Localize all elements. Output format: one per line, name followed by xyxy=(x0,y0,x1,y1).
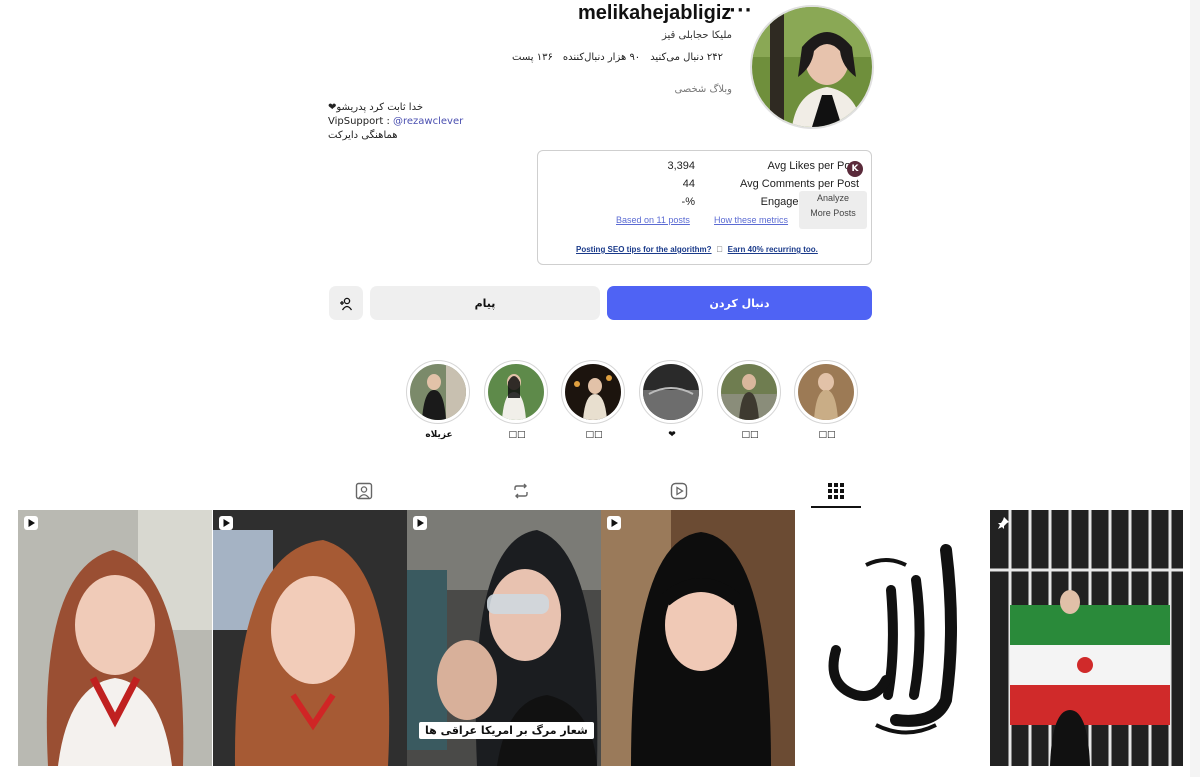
message-button[interactable]: پیام xyxy=(370,286,600,320)
tab-posts[interactable] xyxy=(811,478,861,508)
stat-followers[interactable]: ۹۰ هزار دنبال‌کننده xyxy=(563,52,640,63)
window-edge xyxy=(1190,0,1200,777)
repost-icon xyxy=(514,483,528,499)
story-highlight[interactable]: □□ xyxy=(717,360,783,442)
post-thumbnail[interactable] xyxy=(213,510,407,766)
reel-indicator-icon xyxy=(413,516,427,530)
tagged-icon xyxy=(355,482,373,500)
story-highlight[interactable]: ❤ xyxy=(639,360,705,442)
profile-username: melikahejabligiz xyxy=(578,2,732,24)
pinned-post-icon xyxy=(996,516,1010,530)
post-thumbnail[interactable] xyxy=(601,510,795,766)
avg-likes-value: 3,394 xyxy=(667,160,695,172)
story-highlight[interactable]: □□ xyxy=(561,360,627,442)
tips-row: Posting SEO tips for the algorithm? 🗆 Ea… xyxy=(576,237,818,258)
analyze-popover[interactable]: Analyze More Posts xyxy=(799,191,867,229)
profile-bio: خدا ثابت کرد پدریشو❤ VipSupport : @rezaw… xyxy=(328,101,528,143)
highlight-label: عزیلاه xyxy=(425,430,453,440)
calligraphy-art xyxy=(796,510,990,766)
highlight-label: □□ xyxy=(508,430,526,440)
tab-reels[interactable] xyxy=(654,478,704,506)
post-thumbnail[interactable] xyxy=(796,510,990,766)
post-thumbnail[interactable] xyxy=(990,510,1183,766)
profile-stats: ۱۳۶ پست ۹۰ هزار دنبال‌کننده ۲۴۲ دنبال می… xyxy=(512,52,732,63)
bio-line: هماهنگی دایرکت xyxy=(328,130,398,141)
reels-icon xyxy=(670,482,688,500)
based-on-posts-link[interactable]: Based on 11 posts xyxy=(616,215,690,225)
story-highlight[interactable]: عزیلاه xyxy=(406,360,472,442)
earn-recurring-link[interactable]: Earn 40% recurring too. xyxy=(728,245,818,254)
tab-reposts[interactable] xyxy=(496,478,546,506)
bio-line: خدا ثابت کرد پدریشو❤ xyxy=(328,102,424,113)
reel-indicator-icon xyxy=(24,516,38,530)
analyze-button[interactable]: Analyze xyxy=(799,191,867,206)
bio-mention-link[interactable]: @rezawclever xyxy=(393,116,463,127)
how-metrics-link[interactable]: How these metrics xyxy=(714,215,788,225)
tab-tagged[interactable] xyxy=(339,478,389,506)
post-thumbnail[interactable]: شعار مرگ بر امریکا عراقی ها xyxy=(407,510,601,766)
bio-support-prefix: VipSupport : xyxy=(328,116,394,127)
highlight-label: □□ xyxy=(585,430,603,440)
follow-button[interactable]: دنبال کردن xyxy=(607,286,872,320)
seo-tips-link[interactable]: Posting SEO tips for the algorithm? xyxy=(576,245,712,254)
highlight-label: □□ xyxy=(818,430,836,440)
reel-indicator-icon xyxy=(219,516,233,530)
tip-separator: 🗆 xyxy=(716,245,723,254)
avg-likes-label: Avg Likes per Post xyxy=(767,160,859,172)
avg-comments-value: 44 xyxy=(682,178,695,190)
stat-following[interactable]: ۲۴۲ دنبال می‌کنید xyxy=(650,52,723,63)
more-options-icon[interactable]: ··· xyxy=(729,0,753,21)
story-highlight[interactable]: □□ xyxy=(794,360,860,442)
more-posts-button[interactable]: More Posts xyxy=(799,206,867,221)
story-highlight[interactable]: □□ xyxy=(484,360,550,442)
avg-comments-label: Avg Comments per Post xyxy=(739,178,859,190)
suggest-accounts-button[interactable] xyxy=(329,286,363,320)
bio-support-line: VipSupport : @rezawclever xyxy=(328,115,528,129)
grid-icon xyxy=(828,483,844,499)
stat-posts: ۱۳۶ پست xyxy=(512,52,553,63)
highlight-label: ❤ xyxy=(668,430,676,440)
profile-full-name: ملیکا حجابلی قیز xyxy=(661,30,732,41)
post-caption-overlay: شعار مرگ بر امریکا عراقی ها xyxy=(419,722,594,739)
profile-category: وبلاگ شخصی xyxy=(674,84,732,95)
extension-k-icon[interactable]: K xyxy=(847,161,863,177)
reel-indicator-icon xyxy=(607,516,621,530)
engagement-value: -% xyxy=(681,196,695,208)
post-thumbnail[interactable] xyxy=(18,510,212,766)
metrics-panel: Avg Likes per Post 3,394 Avg Comments pe… xyxy=(537,150,872,265)
add-person-icon xyxy=(340,297,353,311)
highlight-label: □□ xyxy=(741,430,759,440)
avatar[interactable] xyxy=(750,5,874,129)
